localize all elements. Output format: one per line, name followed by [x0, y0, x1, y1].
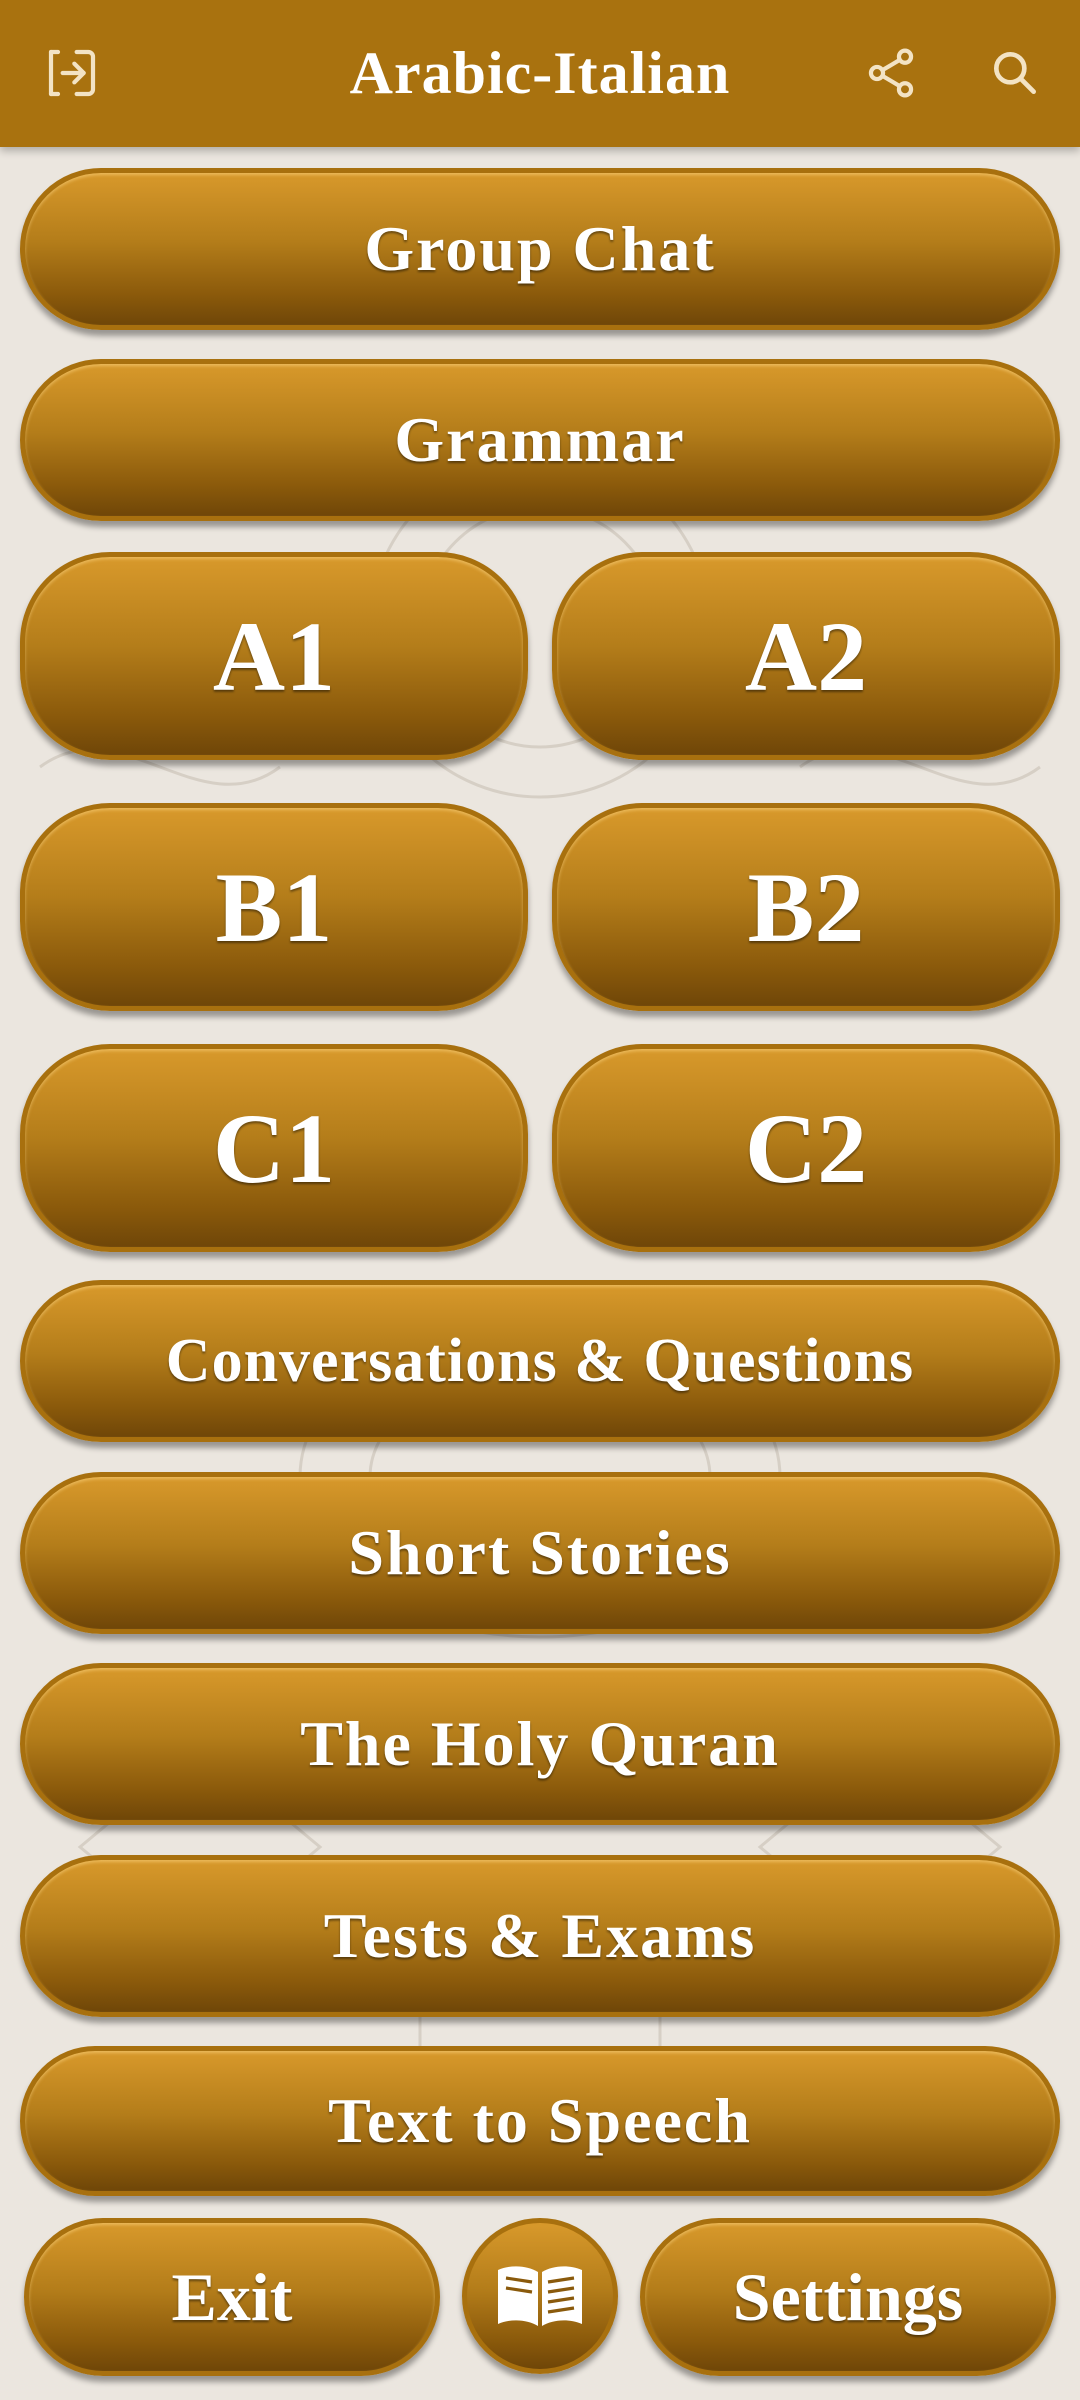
grammar-button[interactable]: Grammar [20, 359, 1060, 521]
text-to-speech-button[interactable]: Text to Speech [20, 2046, 1060, 2196]
tests-exams-button[interactable]: Tests & Exams [20, 1855, 1060, 2017]
conversations-button[interactable]: Conversations & Questions [20, 1280, 1060, 1442]
book-icon [498, 2266, 582, 2326]
level-b1-button[interactable]: B1 [20, 803, 528, 1011]
share-icon[interactable] [857, 39, 925, 107]
holy-quran-button[interactable]: The Holy Quran [20, 1663, 1060, 1825]
book-button[interactable] [462, 2218, 618, 2374]
app-bar: Arabic-Italian [0, 0, 1080, 147]
short-stories-button[interactable]: Short Stories [20, 1472, 1060, 1634]
exit-button[interactable]: Exit [24, 2218, 440, 2376]
level-c1-button[interactable]: C1 [20, 1044, 528, 1252]
level-b2-button[interactable]: B2 [552, 803, 1060, 1011]
level-a2-button[interactable]: A2 [552, 552, 1060, 760]
settings-button[interactable]: Settings [640, 2218, 1056, 2376]
level-a1-button[interactable]: A1 [20, 552, 528, 760]
search-icon[interactable] [981, 39, 1049, 107]
group-chat-button[interactable]: Group Chat [20, 168, 1060, 330]
level-c2-button[interactable]: C2 [552, 1044, 1060, 1252]
